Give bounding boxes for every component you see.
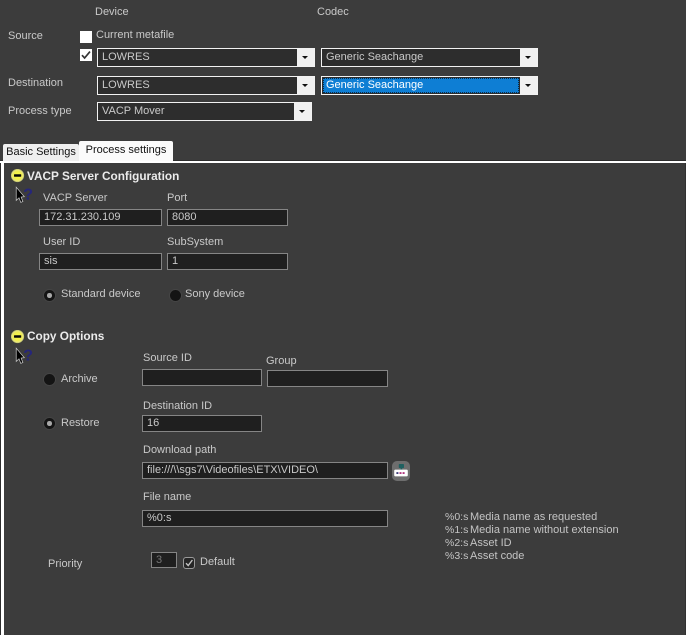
svg-text:?: ?	[23, 187, 33, 204]
svg-text:?: ?	[23, 348, 33, 365]
